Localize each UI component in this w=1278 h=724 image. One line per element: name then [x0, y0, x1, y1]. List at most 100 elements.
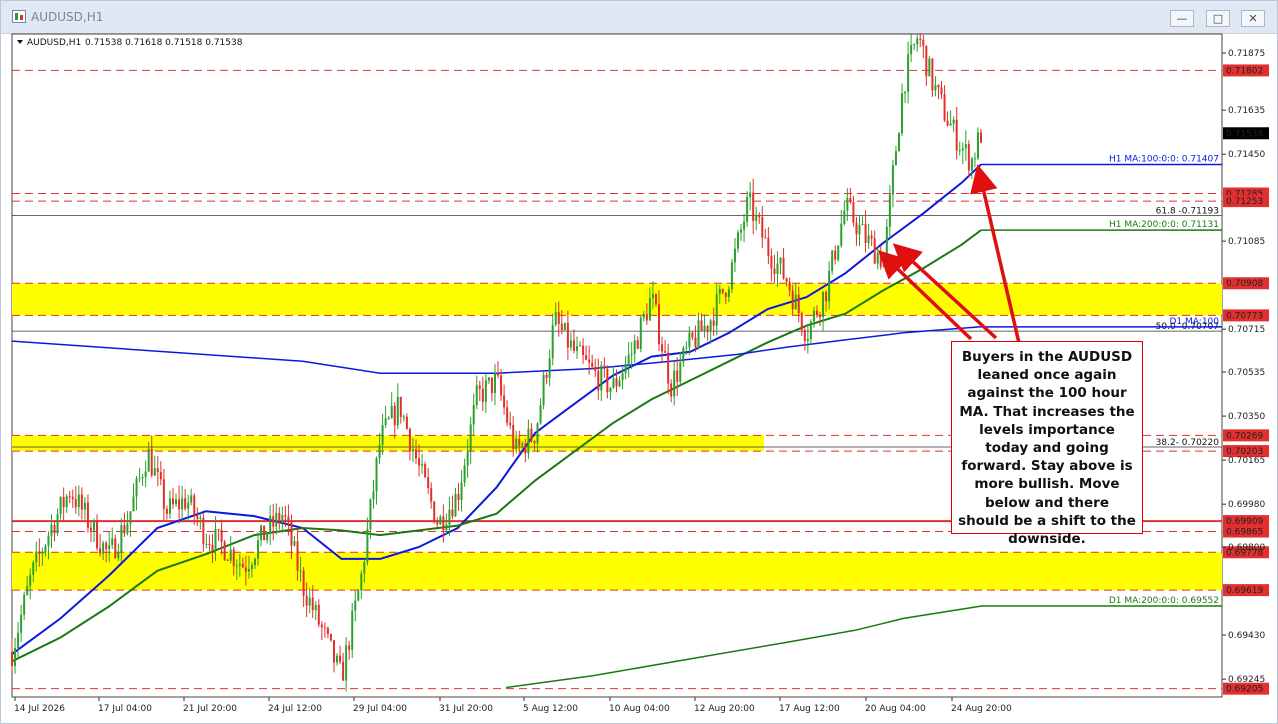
candle-body: [399, 396, 402, 417]
candle-body: [506, 407, 509, 423]
candle-body: [278, 512, 281, 523]
candle-body: [518, 438, 521, 446]
candle-body: [788, 281, 791, 291]
candle-body: [603, 365, 606, 369]
candle-body: [879, 253, 882, 268]
y-tick-label: 0.69245: [1228, 675, 1265, 685]
fib-level-label: 38.2- 0.70220: [1156, 438, 1220, 448]
candle-body: [336, 655, 339, 663]
candle-body: [916, 38, 919, 45]
candle-body: [730, 262, 733, 290]
candle-body: [65, 496, 68, 508]
candle-body: [588, 359, 591, 363]
candle-body: [597, 370, 600, 391]
minimize-icon: —: [1176, 12, 1188, 25]
candle-body: [475, 385, 478, 406]
candle-body: [308, 597, 311, 606]
price-level-label: 0.69619: [1226, 586, 1263, 596]
candle-body: [44, 545, 47, 553]
candle-body: [478, 385, 481, 389]
candle-body: [53, 524, 56, 534]
candle-body: [852, 202, 855, 223]
candle-body: [68, 496, 71, 498]
candle-body: [913, 44, 916, 46]
y-tick-label: 0.70165: [1228, 456, 1265, 466]
candle-body: [688, 332, 691, 348]
candle-body: [973, 158, 976, 160]
candle-body: [86, 502, 89, 528]
candle-body: [563, 323, 566, 331]
title-bar[interactable]: AUDUSD,H1 — □ ✕: [1, 1, 1277, 34]
candle-body: [943, 94, 946, 121]
price-level-label: 0.70908: [1226, 279, 1263, 289]
candle-body: [138, 477, 141, 479]
candle-body: [114, 538, 117, 558]
candle-body: [126, 523, 129, 534]
candle-body: [667, 352, 670, 384]
x-tick-label: 17 Aug 12:00: [779, 704, 840, 714]
candle-body: [673, 370, 676, 397]
chart-window: AUDUSD,H1 — □ ✕ 61.8 -0.71193 50.0 -0.707…: [0, 0, 1278, 724]
candle-body: [606, 368, 609, 393]
candle-body: [809, 321, 812, 339]
candle-body: [837, 245, 840, 260]
candle-body: [105, 542, 108, 550]
candle-body: [150, 448, 153, 476]
candle-body: [454, 493, 457, 517]
candle-body: [396, 396, 399, 426]
candle-body: [970, 158, 973, 171]
candle-body: [840, 223, 843, 246]
candle-body: [378, 444, 381, 459]
price-level-label: 0.69205: [1226, 685, 1263, 695]
candle-body: [812, 310, 815, 322]
candle-body: [907, 54, 910, 92]
candle-body: [791, 290, 794, 310]
candle-body: [515, 438, 518, 449]
candle-body: [560, 323, 563, 331]
close-button[interactable]: ✕: [1241, 10, 1265, 27]
candle-body: [408, 428, 411, 452]
candle-body: [703, 325, 706, 332]
candle-body: [815, 310, 818, 316]
candle-body: [415, 449, 418, 459]
candle-body: [260, 525, 263, 541]
candle-body: [834, 250, 837, 260]
candle-body: [861, 223, 864, 226]
candle-body: [885, 226, 888, 261]
candle-body: [384, 418, 387, 426]
maximize-button[interactable]: □: [1206, 10, 1230, 27]
candle-body: [460, 482, 463, 501]
candle-body: [536, 423, 539, 444]
candle-body: [694, 337, 697, 348]
minimize-button[interactable]: —: [1170, 10, 1194, 27]
candle-body: [718, 288, 721, 295]
candle-body: [621, 373, 624, 381]
candle-body: [481, 388, 484, 402]
candle-body: [545, 374, 548, 378]
candle-body: [715, 294, 718, 326]
candle-body: [867, 235, 870, 244]
candle-body: [533, 440, 536, 444]
candle-body: [648, 298, 651, 321]
candle-body: [733, 248, 736, 263]
candle-body: [721, 288, 724, 293]
candle-body: [393, 405, 396, 426]
candle-body: [427, 477, 430, 488]
candle-body: [858, 225, 861, 235]
candle-body: [275, 512, 278, 527]
candle-body: [26, 586, 29, 595]
x-tick-label: 14 Jul 2026: [14, 704, 65, 714]
candle-body: [208, 543, 211, 545]
candle-body: [187, 502, 190, 509]
candle-body: [381, 425, 384, 445]
candle-body: [509, 422, 512, 425]
candle-body: [937, 84, 940, 88]
y-tick-label: 0.71450: [1228, 150, 1265, 160]
candle-body: [93, 520, 96, 531]
x-tick-label: 12 Aug 20:00: [694, 704, 755, 714]
candle-body: [41, 552, 44, 554]
candle-body: [424, 464, 427, 478]
candle-body: [372, 491, 375, 500]
x-tick-label: 29 Jul 04:00: [353, 704, 407, 714]
candle-body: [35, 551, 38, 563]
